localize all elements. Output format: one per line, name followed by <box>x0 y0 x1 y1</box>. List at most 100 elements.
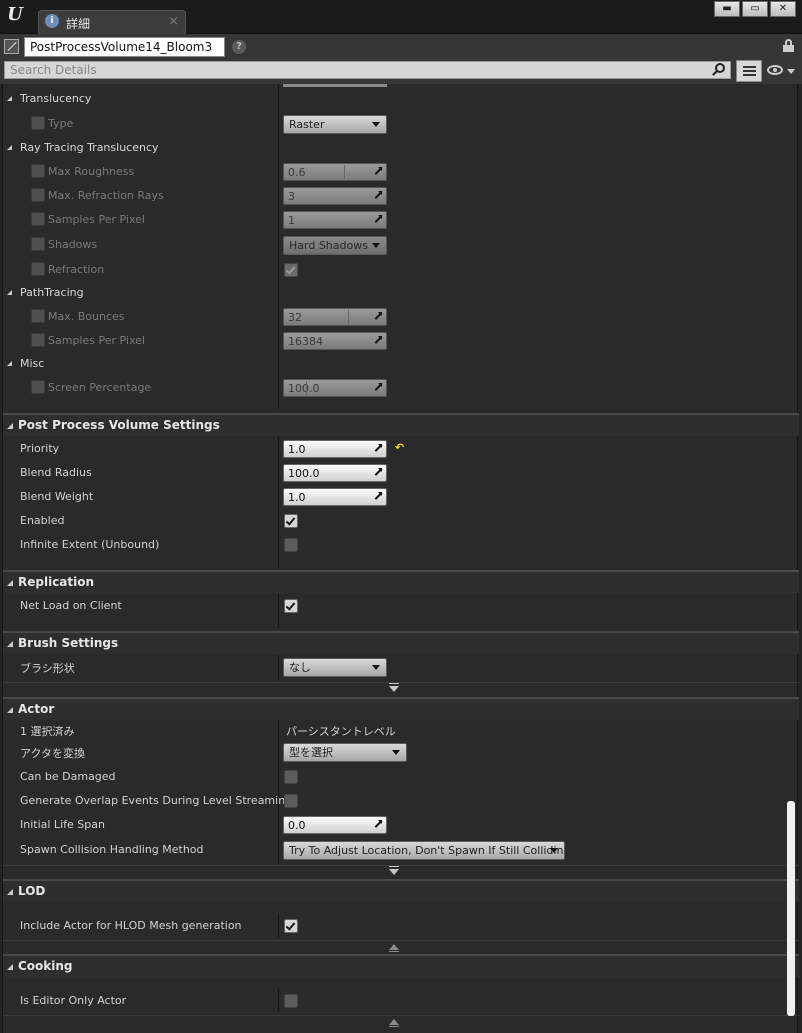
convert-actor-dropdown[interactable]: 型を選択 <box>283 743 407 762</box>
property-row-include-hlod: Include Actor for HLOD Mesh generation <box>3 914 799 938</box>
subcategory-pathtracing[interactable]: PathTracing <box>3 282 276 304</box>
eye-icon[interactable] <box>767 65 783 75</box>
advanced-collapser[interactable] <box>3 1015 799 1029</box>
numeric-value: 100.0 <box>288 382 320 395</box>
blend-radius-input[interactable]: 100.0 <box>283 464 387 482</box>
drag-arrows-icon <box>374 312 382 320</box>
refraction-checkbox[interactable] <box>284 263 298 277</box>
override-checkbox[interactable] <box>31 188 45 202</box>
actor-name-input[interactable]: PostProcessVolume14_Bloom3 <box>24 37 225 57</box>
property-row-max-bounces: Max. Bounces 32 <box>3 305 799 329</box>
collapse-arrow-icon <box>7 423 13 429</box>
property-row-brush-shape: ブラシ形状 なし <box>3 655 799 679</box>
subcategory-label: Ray Tracing Translucency <box>20 141 159 154</box>
can-be-damaged-checkbox[interactable] <box>284 770 298 784</box>
property-row-refraction: Refraction <box>3 258 799 282</box>
details-panel[interactable]: Translucency Type Raster Ray Tracing Tra… <box>2 84 799 1033</box>
max-refraction-rays-input[interactable]: 3 <box>283 187 387 205</box>
category-post-process-volume-settings[interactable]: Post Process Volume Settings <box>3 413 799 436</box>
numeric-value: 1.0 <box>288 491 306 504</box>
slider-track <box>348 310 349 324</box>
property-label: Max Roughness <box>48 165 135 178</box>
property-row-editor-only: Is Editor Only Actor <box>3 989 799 1013</box>
generate-overlap-checkbox[interactable] <box>284 794 298 808</box>
chevron-down-icon <box>372 665 380 670</box>
override-checkbox[interactable] <box>31 309 45 323</box>
advanced-expander[interactable] <box>3 865 799 879</box>
scrollbar-thumb[interactable] <box>787 801 795 1016</box>
collapse-arrow-icon <box>7 889 13 895</box>
tab-details[interactable]: i 詳細 × <box>38 10 186 34</box>
shadows-dropdown[interactable]: Hard Shadows <box>283 236 387 255</box>
property-label: Spawn Collision Handling Method <box>20 843 204 856</box>
search-input[interactable]: Search Details <box>4 61 731 79</box>
tab-close-icon[interactable]: × <box>168 14 179 29</box>
include-hlod-checkbox[interactable] <box>284 919 298 933</box>
level-name: パーシスタントレベル <box>286 725 396 738</box>
initial-life-span-input[interactable]: 0.0 <box>283 816 387 834</box>
property-label: Blend Weight <box>20 490 94 503</box>
property-label: Refraction <box>48 263 105 276</box>
override-checkbox[interactable] <box>31 212 45 226</box>
override-checkbox[interactable] <box>31 380 45 394</box>
property-matrix-button[interactable] <box>736 60 762 82</box>
samples-per-pixel-input[interactable]: 1 <box>283 211 387 229</box>
category-label: Cooking <box>18 959 73 973</box>
category-brush-settings[interactable]: Brush Settings <box>3 631 799 654</box>
maximize-button[interactable]: ▭ <box>742 1 768 17</box>
property-label: Enabled <box>20 514 65 527</box>
subcategory-label: PathTracing <box>20 286 84 299</box>
override-checkbox[interactable] <box>31 333 45 347</box>
brush-shape-dropdown[interactable]: なし <box>283 658 387 677</box>
advanced-collapser[interactable] <box>3 940 799 954</box>
max-roughness-input[interactable]: 0.6 <box>283 163 387 181</box>
pt-samples-per-pixel-input[interactable]: 16384 <box>283 332 387 350</box>
dropdown-value: Try To Adjust Location, Don't Spawn If S… <box>289 844 565 857</box>
chevron-down-icon[interactable] <box>787 69 795 74</box>
override-checkbox[interactable] <box>31 116 45 130</box>
property-row-can-be-damaged: Can be Damaged <box>3 765 799 789</box>
property-row-enabled: Enabled <box>3 509 799 533</box>
property-label: Include Actor for HLOD Mesh generation <box>20 919 242 932</box>
category-actor[interactable]: Actor <box>3 697 799 720</box>
category-label: LOD <box>18 884 46 898</box>
property-label: Max. Bounces <box>48 310 125 323</box>
property-row-shadows: Shadows Hard Shadows <box>3 233 799 257</box>
advanced-expander[interactable] <box>3 682 799 696</box>
category-label: Brush Settings <box>18 636 119 650</box>
checkmark-icon <box>285 600 296 611</box>
subcategory-translucency[interactable]: Translucency <box>3 88 276 110</box>
drag-arrows-icon <box>374 191 382 199</box>
numeric-value: 100.0 <box>288 467 320 480</box>
priority-input[interactable]: 1.0 <box>283 440 387 458</box>
collapse-advanced-icon <box>389 1019 399 1027</box>
type-dropdown[interactable]: Raster <box>283 115 387 134</box>
enabled-checkbox[interactable] <box>284 514 298 528</box>
editor-only-checkbox[interactable] <box>284 994 298 1008</box>
override-checkbox[interactable] <box>31 237 45 251</box>
infinite-extent-checkbox[interactable] <box>284 538 298 552</box>
reset-to-default-icon[interactable]: ↶ <box>395 441 404 454</box>
net-load-on-client-checkbox[interactable] <box>284 599 298 613</box>
dropdown-value: Raster <box>289 118 325 131</box>
category-cooking[interactable]: Cooking <box>3 954 799 977</box>
property-label: Shadows <box>48 238 98 251</box>
subcategory-ray-tracing-translucency[interactable]: Ray Tracing Translucency <box>3 137 276 159</box>
override-checkbox[interactable] <box>31 164 45 178</box>
slider-track <box>344 165 345 179</box>
close-window-button[interactable]: ✕ <box>770 1 796 17</box>
category-lod[interactable]: LOD <box>3 879 799 902</box>
max-bounces-input[interactable]: 32 <box>283 308 387 326</box>
blend-weight-input[interactable]: 1.0 <box>283 488 387 506</box>
search-icon[interactable] <box>712 63 725 76</box>
lock-icon[interactable] <box>783 39 794 52</box>
screen-percentage-input[interactable]: 100.0 <box>283 379 387 397</box>
subcategory-misc[interactable]: Misc <box>3 353 276 375</box>
subcategory-label: Translucency <box>20 92 92 105</box>
minimize-button[interactable]: ▬ <box>714 1 740 17</box>
override-checkbox[interactable] <box>31 262 45 276</box>
collapse-arrow-icon <box>7 580 13 586</box>
category-replication[interactable]: Replication <box>3 570 799 593</box>
help-icon[interactable]: ? <box>232 40 246 54</box>
spawn-collision-dropdown[interactable]: Try To Adjust Location, Don't Spawn If S… <box>283 841 565 860</box>
